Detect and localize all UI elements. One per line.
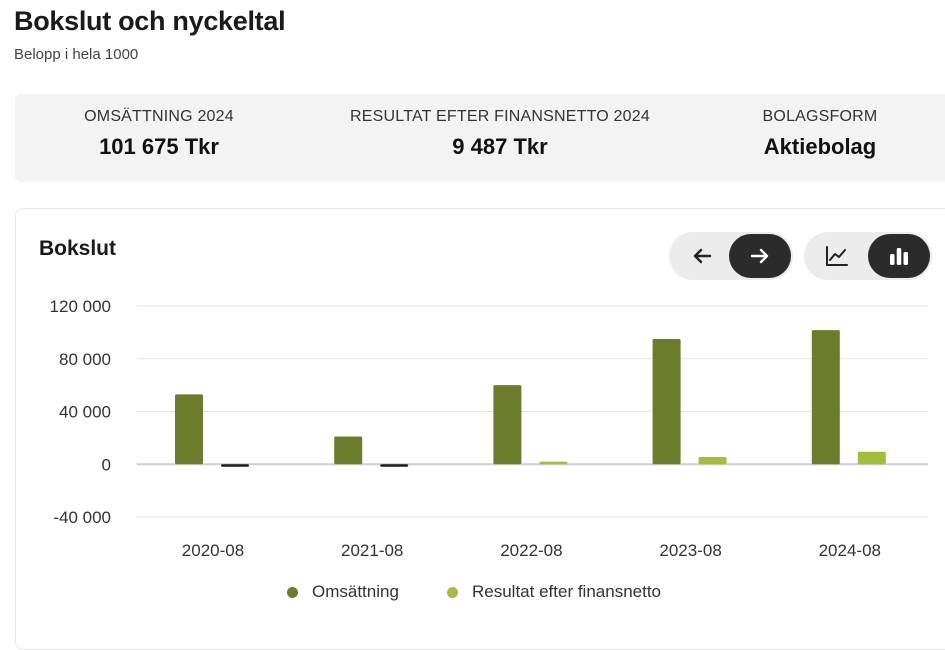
bar-resultat	[698, 456, 727, 465]
bar-resultat	[539, 461, 568, 465]
x-tick-label: 2020-08	[182, 541, 244, 560]
x-tick-label: 2024-08	[819, 541, 881, 560]
y-tick-label: -40 000	[53, 508, 111, 527]
x-tick-label: 2023-08	[659, 541, 721, 560]
legend-label: Resultat efter finansnetto	[472, 582, 662, 601]
bar-omsattning	[334, 436, 363, 465]
bar-resultat	[380, 464, 409, 467]
y-tick-label: 80 000	[59, 350, 111, 369]
y-tick-label: 40 000	[59, 403, 111, 422]
legend-marker	[287, 586, 298, 598]
legend-label: Omsättning	[312, 582, 399, 601]
bar-resultat	[221, 464, 249, 467]
bar-resultat	[857, 451, 886, 465]
bokslut-bar-chart: 120 000 80 000 40 000 0 -40 000 2020-08 2021-0…	[50, 297, 928, 560]
y-tick-label: 0	[102, 455, 111, 474]
x-tick-label: 2022-08	[500, 541, 562, 560]
y-tick-label: 120 000	[50, 297, 111, 316]
bar-omsattning	[493, 385, 522, 465]
bar-omsattning	[811, 330, 840, 465]
legend-item-resultat[interactable]: Resultat efter finansnetto	[447, 582, 661, 602]
x-tick-label: 2021-08	[341, 541, 403, 560]
bar-omsattning	[652, 338, 681, 465]
legend-item-omsattning[interactable]: Omsättning	[287, 582, 399, 602]
bar-omsattning	[175, 394, 203, 465]
legend-marker	[447, 586, 458, 598]
